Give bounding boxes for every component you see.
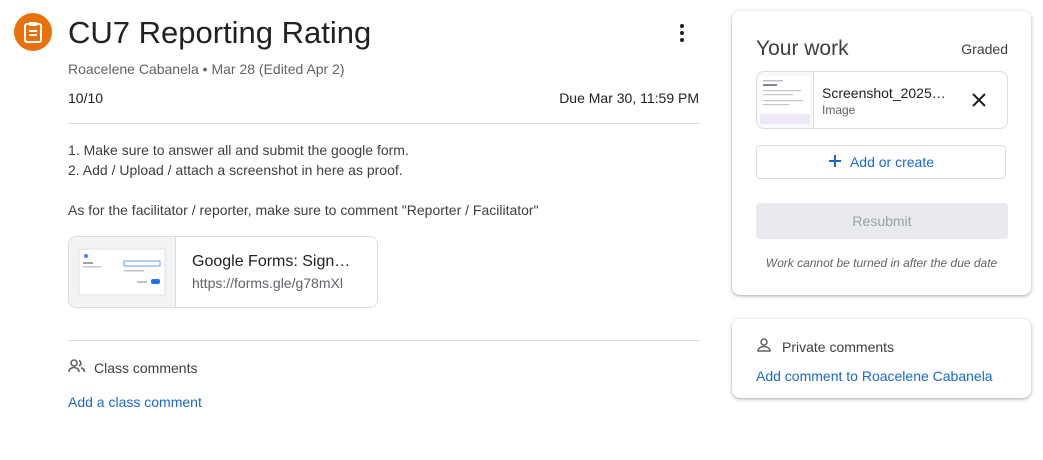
file-name: Screenshot_2025… bbox=[822, 85, 946, 101]
your-work-title: Your work bbox=[756, 37, 849, 60]
description-line: 2. Add / Upload / attach a screenshot in… bbox=[68, 162, 403, 178]
add-private-comment-link[interactable]: Add comment to Roacelene Cabanela bbox=[756, 368, 993, 384]
description-line: 1. Make sure to answer all and submit th… bbox=[68, 142, 409, 158]
assignment-description: 1. Make sure to answer all and submit th… bbox=[68, 140, 539, 220]
divider bbox=[68, 340, 700, 341]
attachment-url: https://forms.gle/g78mXl bbox=[192, 275, 343, 291]
assignment-title: CU7 Reporting Rating bbox=[68, 15, 372, 50]
people-icon bbox=[68, 359, 86, 376]
description-line: As for the facilitator / reporter, make … bbox=[68, 202, 539, 218]
private-comments-label: Private comments bbox=[782, 338, 895, 355]
resubmit-button[interactable]: Resubmit bbox=[756, 203, 1008, 239]
author-name: Roacelene Cabanela bbox=[68, 61, 199, 77]
status-badge: Graded bbox=[961, 41, 1008, 57]
points-total: /10 bbox=[83, 90, 104, 106]
divider bbox=[68, 123, 700, 124]
description-line bbox=[68, 180, 539, 200]
private-comments-card bbox=[732, 319, 1031, 398]
add-class-comment-link[interactable]: Add a class comment bbox=[68, 394, 202, 410]
attachment-thumbnail bbox=[69, 237, 176, 307]
attachment-card[interactable]: Google Forms: Sign… https://forms.gle/g7… bbox=[68, 236, 378, 308]
post-date: Mar 28 (Edited Apr 2) bbox=[211, 61, 345, 77]
due-note: Work cannot be turned in after the due d… bbox=[765, 256, 998, 270]
class-comments-label: Class comments bbox=[94, 359, 198, 376]
points: 10/10 bbox=[68, 89, 103, 107]
assignment-meta: Roacelene Cabanela • Mar 28 (Edited Apr … bbox=[68, 60, 345, 78]
assignment-icon bbox=[14, 13, 52, 51]
attachment-title: Google Forms: Sign… bbox=[192, 253, 351, 270]
more-options-icon[interactable] bbox=[670, 20, 694, 46]
meta-separator: • bbox=[202, 61, 208, 77]
file-type: Image bbox=[822, 103, 856, 117]
add-or-create-button[interactable]: Add or create bbox=[756, 145, 1006, 179]
class-comments-header: Class comments bbox=[68, 359, 197, 376]
private-comments-header: Private comments bbox=[756, 337, 894, 356]
due-date: Due Mar 30, 11:59 PM bbox=[559, 90, 699, 106]
points-earned: 10 bbox=[68, 90, 84, 106]
file-thumbnail bbox=[757, 72, 814, 128]
plus-icon bbox=[828, 154, 842, 171]
close-icon[interactable] bbox=[968, 89, 990, 111]
person-icon bbox=[756, 337, 772, 356]
add-or-create-label: Add or create bbox=[849, 154, 935, 170]
